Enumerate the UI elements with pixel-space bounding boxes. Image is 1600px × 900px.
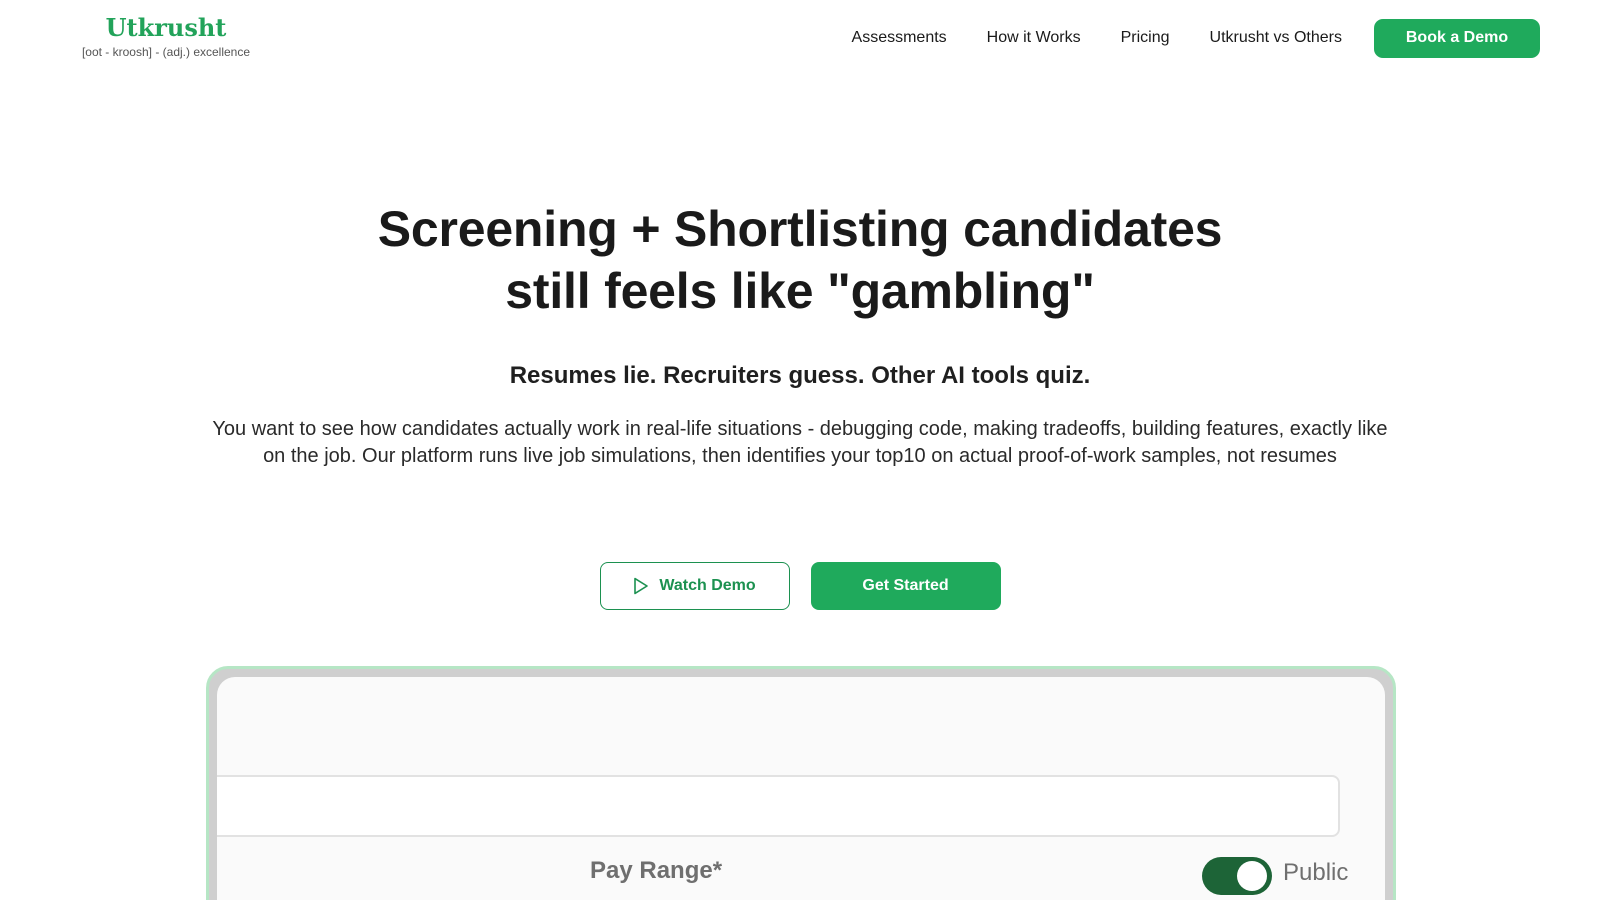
nav-how-it-works[interactable]: How it Works — [987, 29, 1081, 47]
nav-utkrusht-vs-others[interactable]: Utkrusht vs Others — [1210, 29, 1342, 47]
play-icon — [633, 577, 649, 595]
hero-cta-group: Watch Demo Get Started — [0, 562, 1600, 610]
hero-section: Screening + Shortlisting candidates stil… — [0, 198, 1600, 322]
logo[interactable]: Utkrusht [oot - kroosh] - (adj.) excelle… — [68, 13, 264, 60]
hero-title: Screening + Shortlisting candidates stil… — [0, 198, 1600, 322]
watch-demo-label: Watch Demo — [659, 577, 756, 594]
pay-range-label: Pay Range* — [590, 857, 723, 884]
preview-text-field — [217, 775, 1340, 837]
public-toggle[interactable] — [1202, 857, 1272, 895]
main-nav: Assessments How it Works Pricing Utkrush… — [852, 18, 1600, 58]
hero-title-line-1: Screening + Shortlisting candidates — [377, 201, 1223, 257]
toggle-knob — [1237, 861, 1267, 891]
get-started-button[interactable]: Get Started — [810, 562, 1001, 610]
nav-assessments[interactable]: Assessments — [852, 29, 947, 47]
public-label: Public — [1283, 859, 1349, 886]
product-preview-frame: Pay Range* Public — [206, 666, 1396, 900]
site-header: Utkrusht [oot - kroosh] - (adj.) excelle… — [0, 0, 1600, 80]
nav-pricing[interactable]: Pricing — [1121, 29, 1170, 47]
logo-title: Utkrusht — [105, 13, 227, 42]
watch-demo-button[interactable]: Watch Demo — [599, 562, 790, 610]
hero-description: You want to see how candidates actually … — [212, 418, 1388, 467]
product-preview-screen: Pay Range* Public — [217, 677, 1385, 900]
hero-subheadline: Resumes lie. Recruiters guess. Other AI … — [509, 362, 1091, 389]
hero-title-line-2: still feels like "gambling" — [505, 263, 1095, 319]
book-demo-button[interactable]: Book a Demo — [1374, 18, 1540, 58]
logo-subtitle: [oot - kroosh] - (adj.) excellence — [81, 45, 251, 59]
